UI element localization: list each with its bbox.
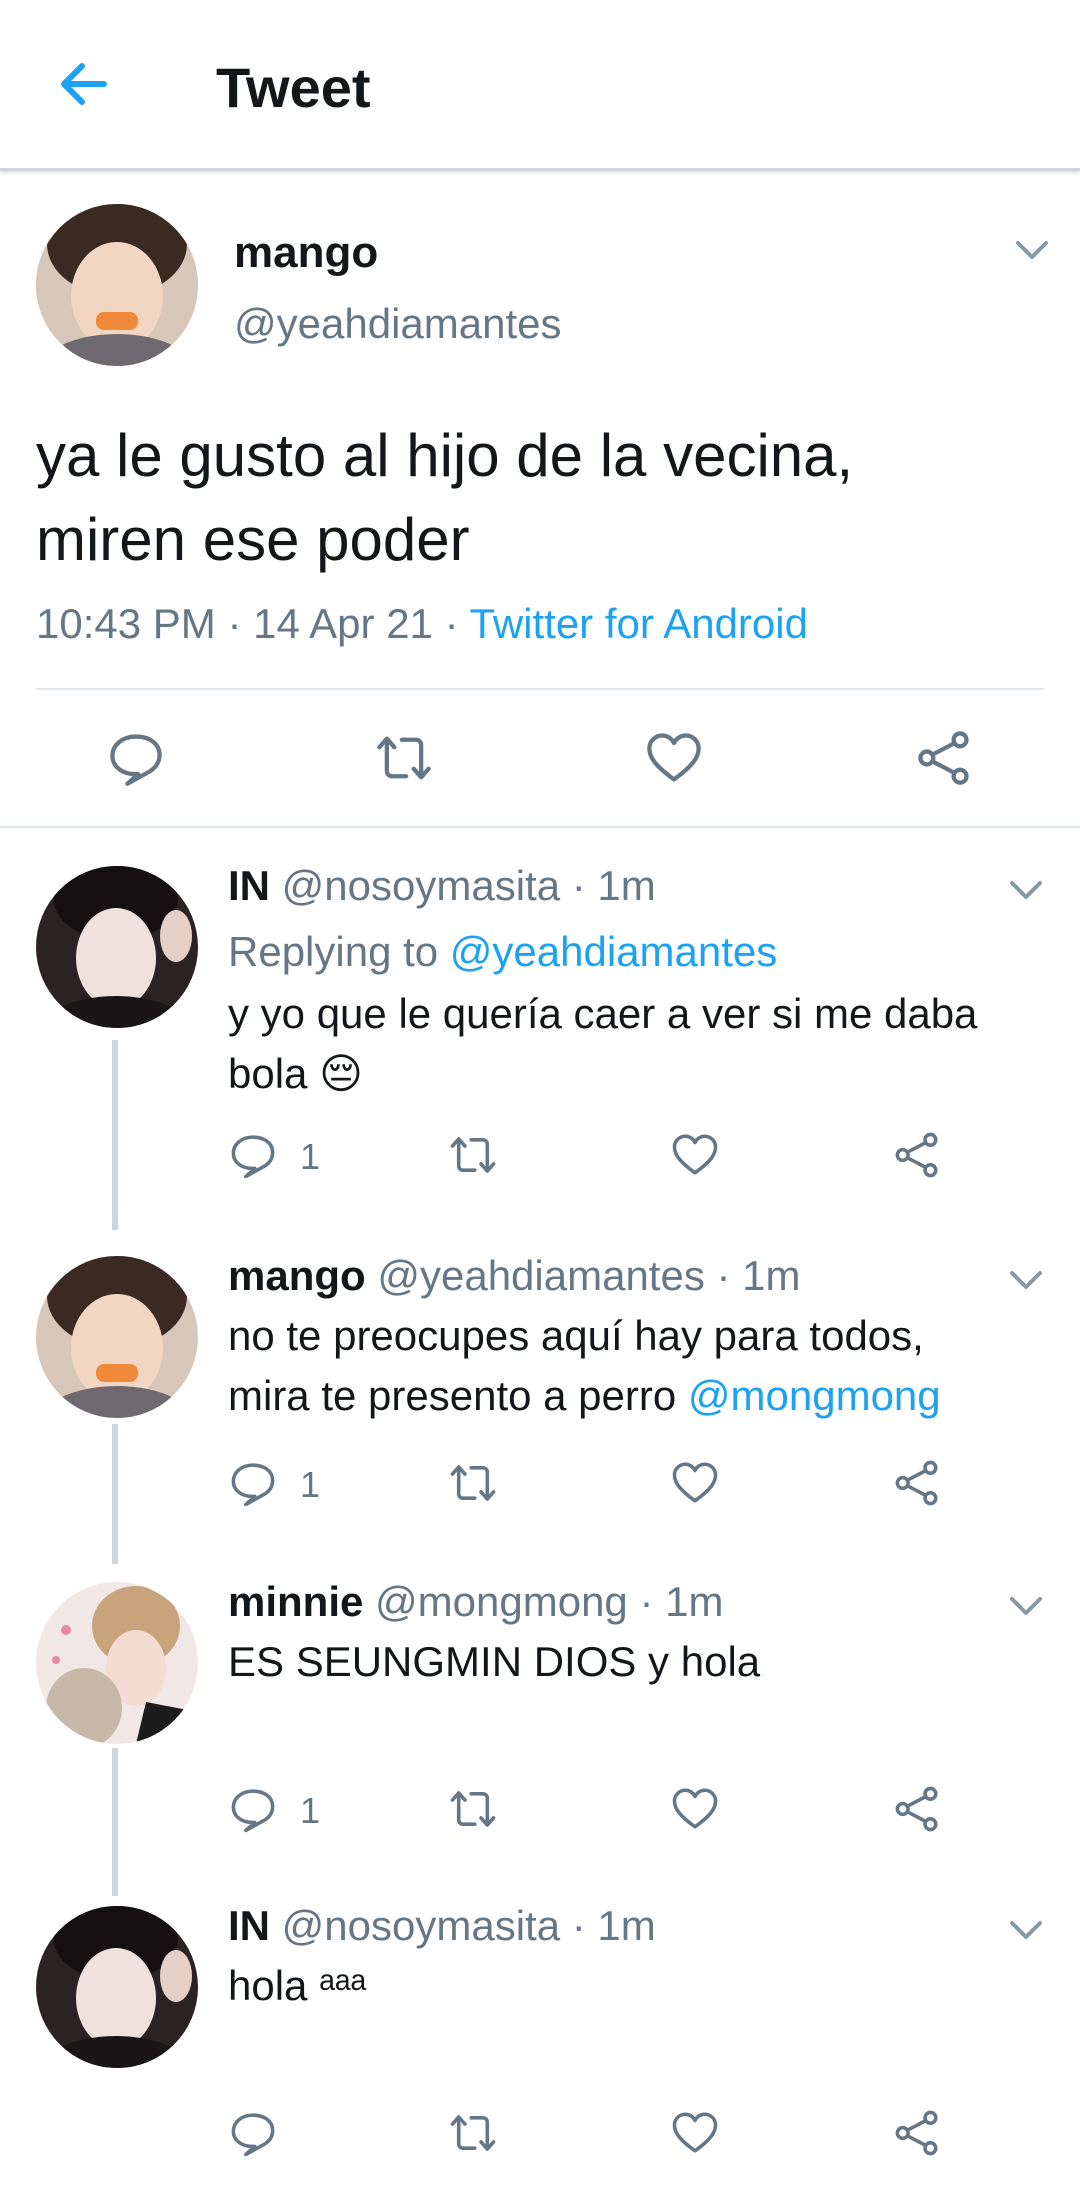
action-bar: 1: [228, 1130, 988, 1184]
reply-header: minnie @mongmong · 1m: [228, 1578, 723, 1626]
avatar-image: [36, 204, 198, 366]
reply-icon[interactable]: [106, 728, 166, 788]
retweet-icon[interactable]: [448, 1130, 498, 1180]
author-handle[interactable]: @yeahdiamantes: [234, 300, 562, 348]
timestamp: 10:43 PM · 14 Apr 21 ·: [36, 600, 470, 647]
chevron-down-icon[interactable]: [1012, 230, 1052, 270]
avatar-image: [36, 1906, 198, 2068]
reply-icon[interactable]: [228, 1130, 278, 1180]
avatar[interactable]: [36, 866, 198, 1028]
reply-header: IN @nosoymasita · 1m: [228, 1902, 656, 1950]
avatar[interactable]: [36, 1256, 198, 1418]
like-icon[interactable]: [670, 1784, 720, 1834]
reply-tweet[interactable]: minnie @mongmong · 1m ES SEUNGMIN DIOS y…: [0, 1576, 1080, 1876]
like-icon[interactable]: [644, 728, 704, 788]
author-name[interactable]: IN: [228, 1902, 270, 1949]
avatar[interactable]: [36, 204, 198, 366]
share-icon[interactable]: [892, 1130, 942, 1180]
reply-tweet[interactable]: IN @nosoymasita · 1m Replying to @yeahdi…: [0, 860, 1080, 1200]
tweet-text: y yo que le quería caer a ver si me daba…: [228, 984, 977, 1104]
share-icon[interactable]: [914, 728, 974, 788]
tweet-text-line: ES SEUNGMIN DIOS y hola: [228, 1638, 761, 1685]
tweet-text-line: ya le gusto al hijo de la vecina,: [36, 422, 854, 489]
tweet-text-line: hola ᵃᵃᵃ: [228, 1962, 366, 2009]
retweet-icon[interactable]: [448, 2108, 498, 2158]
tweet-text-line: miren ese poder: [36, 506, 470, 573]
avatar-image: [36, 1582, 198, 1744]
chevron-down-icon[interactable]: [1006, 1586, 1046, 1626]
action-bar: 1: [228, 1784, 988, 1838]
action-bar: [228, 2108, 988, 2162]
mention-link[interactable]: @mongmong: [688, 1372, 941, 1419]
author-handle[interactable]: @yeahdiamantes · 1m: [377, 1252, 800, 1299]
tweet-text-line: no te preocupes aquí hay para todos,: [228, 1312, 924, 1359]
reply-icon[interactable]: [228, 1784, 278, 1834]
divider: [0, 826, 1080, 828]
reply-tweet[interactable]: IN @nosoymasita · 1m hola ᵃᵃᵃ: [0, 1900, 1080, 2190]
replying-label: Replying to: [228, 928, 450, 975]
divider: [36, 688, 1044, 690]
action-bar: 1: [228, 1458, 988, 1512]
tweet-text-line: bola 😔: [228, 1050, 363, 1097]
tweet-text-line: y yo que le quería caer a ver si me daba: [228, 990, 978, 1037]
retweet-icon[interactable]: [448, 1784, 498, 1834]
retweet-icon[interactable]: [448, 1458, 498, 1508]
chevron-down-icon[interactable]: [1006, 1910, 1046, 1950]
author-name[interactable]: mango: [234, 228, 378, 278]
tweet-meta: 10:43 PM · 14 Apr 21 · Twitter for Andro…: [36, 600, 808, 648]
author-name[interactable]: minnie: [228, 1578, 363, 1625]
author-handle[interactable]: @nosoymasita · 1m: [282, 1902, 656, 1949]
reply-header: mango @yeahdiamantes · 1m: [228, 1252, 801, 1300]
reply-count: 1: [300, 1790, 321, 1831]
share-icon[interactable]: [892, 1458, 942, 1508]
page-title: Tweet: [216, 56, 371, 119]
like-icon[interactable]: [670, 1458, 720, 1508]
source-link[interactable]: Twitter for Android: [469, 600, 807, 647]
top-app-bar: Tweet: [0, 0, 1080, 171]
chevron-down-icon[interactable]: [1006, 1260, 1046, 1300]
tweet-text: no te preocupes aquí hay para todos, mir…: [228, 1306, 941, 1426]
share-icon[interactable]: [892, 2108, 942, 2158]
share-icon[interactable]: [892, 1784, 942, 1834]
reply-icon[interactable]: [228, 1458, 278, 1508]
tweet-text: ES SEUNGMIN DIOS y hola: [228, 1632, 760, 1692]
author-name[interactable]: mango: [228, 1252, 366, 1299]
tweet-text: ya le gusto al hijo de la vecina, miren …: [36, 414, 853, 582]
like-icon[interactable]: [670, 2108, 720, 2158]
avatar-image: [36, 1256, 198, 1418]
author-handle[interactable]: @mongmong · 1m: [375, 1578, 723, 1625]
reply-header: IN @nosoymasita · 1m: [228, 862, 656, 910]
back-arrow-icon[interactable]: [56, 56, 112, 112]
tweet-text: hola ᵃᵃᵃ: [228, 1956, 366, 2016]
author-name[interactable]: IN: [228, 862, 270, 909]
reply-tweet[interactable]: mango @yeahdiamantes · 1m no te preocupe…: [0, 1250, 1080, 1550]
avatar[interactable]: [36, 1906, 198, 2068]
reply-count: 1: [300, 1464, 321, 1505]
tweet-text-line: mira te presento a perro @mongmong: [228, 1366, 941, 1426]
replying-to: Replying to @yeahdiamantes: [228, 928, 777, 976]
reply-icon[interactable]: [228, 2108, 278, 2158]
avatar-image: [36, 866, 198, 1028]
author-handle[interactable]: @nosoymasita · 1m: [282, 862, 656, 909]
retweet-icon[interactable]: [374, 728, 434, 788]
reply-count: 1: [300, 1136, 321, 1177]
like-icon[interactable]: [670, 1130, 720, 1180]
mention-link[interactable]: @yeahdiamantes: [450, 928, 778, 975]
avatar[interactable]: [36, 1582, 198, 1744]
tweet-text-segment: mira te presento a perro: [228, 1372, 688, 1419]
chevron-down-icon[interactable]: [1006, 870, 1046, 910]
